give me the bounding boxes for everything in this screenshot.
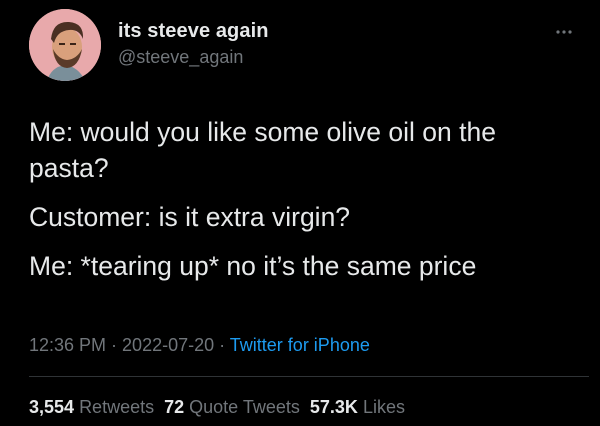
divider [29, 376, 589, 377]
tweet-text: Me: would you like some olive oil on the… [29, 114, 574, 297]
engagement-stats: 3,554 Retweets 72 Quote Tweets 57.3K Likes [29, 397, 405, 418]
profile-avatar-icon [29, 9, 101, 81]
tweet-paragraph: Me: would you like some olive oil on the… [29, 117, 496, 183]
meta-separator: · [106, 335, 123, 355]
avatar[interactable] [29, 9, 101, 81]
retweets-stat[interactable]: 3,554 Retweets [29, 397, 154, 417]
tweet-paragraph: Me: *tearing up* no it’s the same price [29, 251, 477, 281]
likes-stat[interactable]: 57.3K Likes [310, 397, 405, 417]
retweets-count: 3,554 [29, 397, 75, 417]
tweet-source-link[interactable]: Twitter for iPhone [230, 335, 370, 355]
quote-tweets-label: Quote Tweets [189, 397, 300, 417]
author-display-name[interactable]: its steeve again [118, 20, 269, 43]
tweet-time[interactable]: 12:36 PM [29, 335, 106, 355]
tweet-metadata: 12:36 PM · 2022-07-20 · Twitter for iPho… [29, 335, 370, 356]
author-handle[interactable]: @steeve_again [118, 47, 243, 68]
tweet-date[interactable]: 2022-07-20 [122, 335, 214, 355]
retweets-label: Retweets [79, 397, 155, 417]
quote-tweets-count: 72 [164, 397, 185, 417]
likes-count: 57.3K [309, 397, 358, 417]
more-options-icon[interactable] [552, 22, 576, 42]
likes-label: Likes [362, 397, 405, 417]
quote-tweets-stat[interactable]: 72 Quote Tweets [164, 397, 300, 417]
tweet-paragraph: Customer: is it extra virgin? [29, 202, 351, 232]
meta-separator: · [214, 335, 230, 355]
tweet-card: its steeve again @steeve_again Me: would… [0, 0, 600, 426]
